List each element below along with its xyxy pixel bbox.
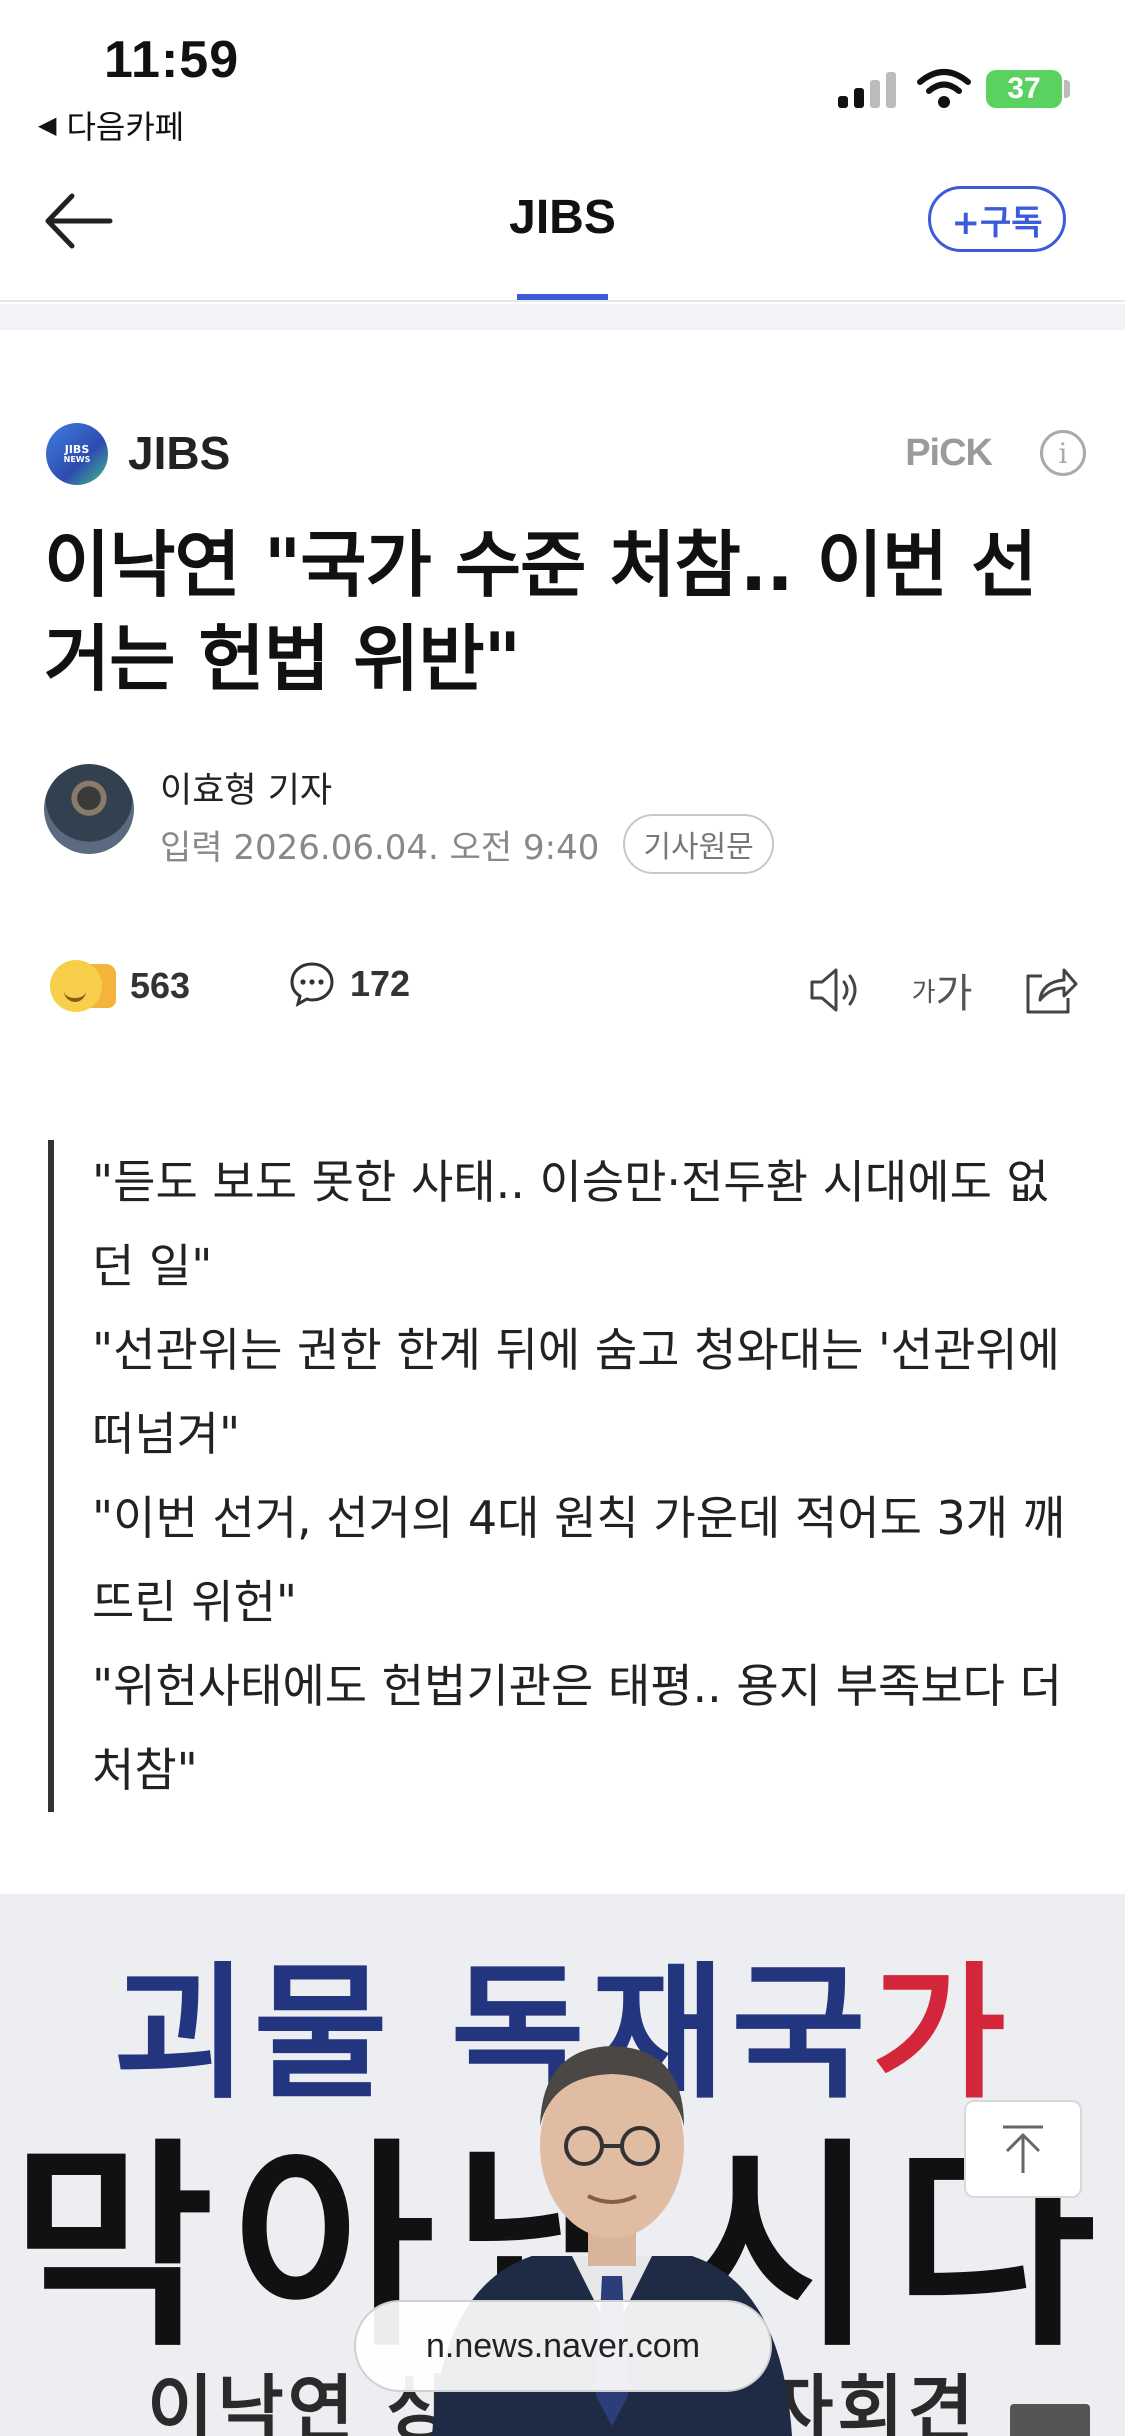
scroll-to-top-button[interactable] (964, 2100, 1082, 2198)
status-bar: 11:59 ◀ 다음카페 37 (0, 0, 1125, 150)
press-logo-text: JIBS (64, 442, 90, 456)
back-app-label: 다음카페 (66, 108, 185, 146)
info-icon[interactable]: i (1040, 430, 1086, 476)
address-bar-url[interactable]: n.news.naver.com (354, 2300, 772, 2392)
section-divider (0, 304, 1125, 330)
pick-badge: PiCK (905, 432, 993, 474)
article-summary: "듣도 보도 못한 사태.. 이승만·전두환 시대에도 없던 일" "선관위는 … (48, 1140, 1078, 1812)
photo-expand-icon[interactable] (1010, 2404, 1090, 2436)
press-logo[interactable]: JIBS NEWS (46, 423, 108, 485)
battery-icon: 37 (986, 70, 1062, 108)
font-size-large-label: 가 (935, 971, 973, 1017)
reaction-count: 563 (130, 965, 191, 1006)
reporter-name[interactable]: 이효형 기자 (160, 762, 332, 813)
press-row: JIBS NEWS JIBS PiCK i (46, 420, 1086, 490)
wifi-icon (917, 69, 971, 108)
subscribe-button[interactable]: +구독 (928, 186, 1066, 252)
comment-count: 172 (350, 963, 411, 1004)
battery-cap (1064, 80, 1070, 98)
reaction-emoji-icon (50, 960, 116, 1012)
byline: 입력 2026.06.04. 오전 9:40 기사원문 (160, 814, 774, 874)
back-to-app-link[interactable]: ◀ 다음카페 (38, 102, 184, 148)
summary-line: "위헌사태에도 헌법기관은 태평.. 용지 부족보다 더 처참" (92, 1659, 1062, 1797)
comment-button[interactable]: 172 (288, 960, 410, 1008)
speaker-icon[interactable] (804, 960, 864, 1020)
action-bar: 563 172 가가 (50, 960, 1080, 1030)
press-logo-subtext: NEWS (63, 454, 91, 464)
share-icon[interactable] (1020, 960, 1080, 1020)
summary-line: "선관위는 권한 한계 뒤에 숨고 청와대는 '선관위에 떠넘겨" (92, 1323, 1060, 1461)
font-size-small-label: 가 (911, 977, 936, 1008)
reporter-avatar[interactable] (44, 764, 134, 854)
back-triangle-icon: ◀ (38, 111, 57, 139)
summary-line: "듣도 보도 못한 사태.. 이승만·전두환 시대에도 없던 일" (92, 1155, 1049, 1293)
article-tools: 가가 (804, 960, 1080, 1020)
article-headline: 이낙연 "국가 수준 처참.. 이번 선거는 헌법 위반" (44, 523, 1037, 701)
top-navigation: JIBS +구독 (0, 150, 1125, 302)
font-size-icon[interactable]: 가가 (911, 960, 973, 1020)
scroll-top-icon (1003, 2125, 1043, 2173)
reaction-button[interactable]: 563 (50, 960, 190, 1012)
summary-line: "이번 선거, 선거의 4대 원칙 가운데 적어도 3개 깨뜨린 위헌" (92, 1491, 1066, 1629)
status-time: 11:59 (104, 31, 240, 89)
press-name[interactable]: JIBS (128, 426, 230, 480)
reporter-info: 이효형 기자 입력 2026.06.04. 오전 9:40 기사원문 (44, 762, 1084, 874)
nav-title-underline (517, 294, 608, 300)
comment-icon (290, 962, 334, 1007)
signal-icon (838, 72, 896, 108)
original-article-button[interactable]: 기사원문 (623, 814, 774, 874)
publish-date: 입력 2026.06.04. 오전 9:40 (160, 827, 600, 868)
